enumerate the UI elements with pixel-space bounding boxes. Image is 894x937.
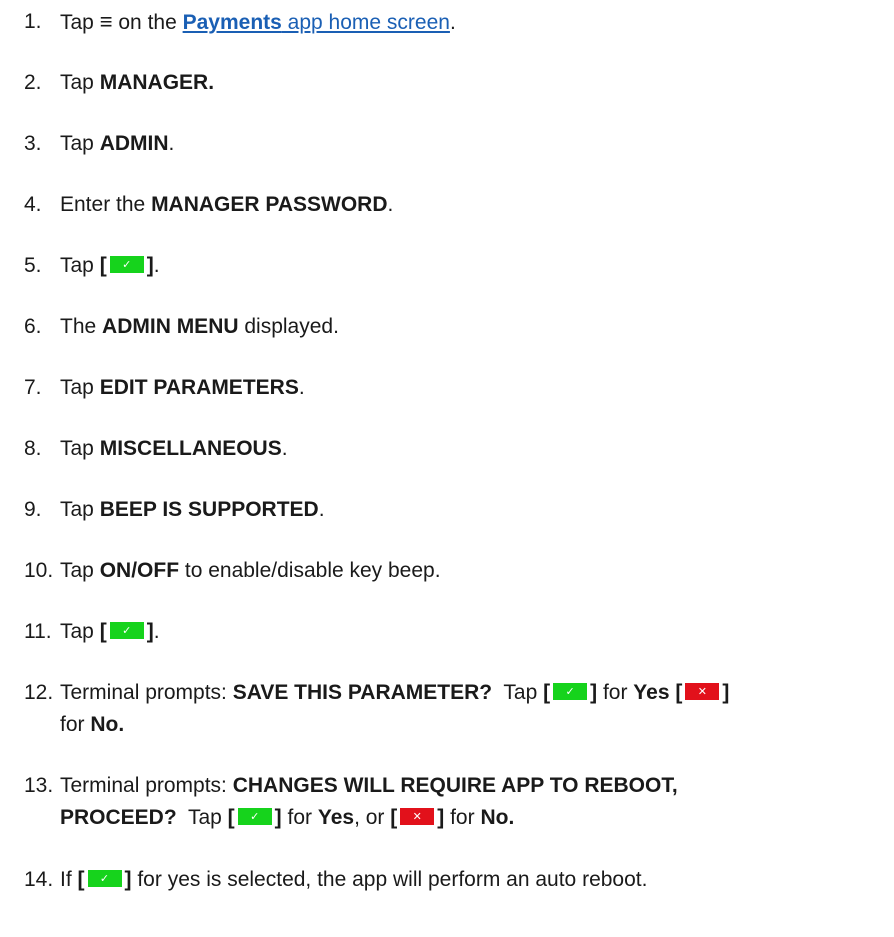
- check-icon: ✓: [87, 869, 122, 887]
- step-text: Tap EDIT PARAMETERS.: [60, 376, 305, 399]
- menu-icon: ≡: [99, 9, 113, 34]
- step-number: 3.: [24, 132, 42, 155]
- step-3: 3. Tap ADMIN.: [24, 128, 884, 160]
- step-10: 10. Tap ON/OFF to enable/disable key bee…: [24, 555, 884, 587]
- step-number: 2.: [24, 71, 42, 94]
- step-text: Tap ≡ on the Payments app home screen.: [60, 9, 456, 34]
- step-12: 12. Terminal prompts: SAVE THIS PARAMETE…: [24, 677, 884, 741]
- step-text: Tap [✓].: [60, 254, 160, 277]
- step-text: Tap BEEP IS SUPPORTED.: [60, 498, 325, 521]
- step-14: 14. If [✓] for yes is selected, the app …: [24, 864, 884, 896]
- step-text: Terminal prompts: SAVE THIS PARAMETER? T…: [60, 681, 730, 736]
- step-text: If [✓] for yes is selected, the app will…: [60, 868, 648, 891]
- step-text: Terminal prompts: CHANGES WILL REQUIRE A…: [60, 774, 678, 829]
- step-6: 6. The ADMIN MENU displayed.: [24, 311, 884, 343]
- step-text: Enter the MANAGER PASSWORD.: [60, 193, 394, 216]
- step-11: 11. Tap [✓].: [24, 616, 884, 648]
- step-9: 9. Tap BEEP IS SUPPORTED.: [24, 494, 884, 526]
- step-number: 9.: [24, 498, 42, 521]
- step-text: Tap [✓].: [60, 620, 160, 643]
- step-number: 10.: [24, 559, 54, 582]
- step-number: 1.: [24, 10, 42, 33]
- step-text: Tap ADMIN.: [60, 132, 175, 155]
- step-5: 5. Tap [✓].: [24, 250, 884, 282]
- step-number: 12.: [24, 681, 54, 704]
- check-icon: ✓: [109, 621, 144, 639]
- step-number: 11.: [24, 620, 52, 643]
- step-number: 6.: [24, 315, 42, 338]
- step-8: 8. Tap MISCELLANEOUS.: [24, 433, 884, 465]
- step-number: 13.: [24, 774, 54, 797]
- step-7: 7. Tap EDIT PARAMETERS.: [24, 372, 884, 404]
- step-4: 4. Enter the MANAGER PASSWORD.: [24, 189, 884, 221]
- step-number: 4.: [24, 193, 42, 216]
- step-number: 7.: [24, 376, 42, 399]
- step-2: 2. Tap MANAGER.: [24, 67, 884, 99]
- payments-home-link[interactable]: Payments app home screen: [183, 11, 450, 34]
- step-number: 5.: [24, 254, 42, 277]
- check-icon: ✓: [553, 682, 588, 700]
- x-icon: ✕: [400, 807, 435, 825]
- step-text: Tap MANAGER.: [60, 71, 215, 94]
- step-number: 8.: [24, 437, 42, 460]
- step-number: 14.: [24, 868, 54, 891]
- step-text: Tap ON/OFF to enable/disable key beep.: [60, 559, 441, 582]
- step-text: Tap MISCELLANEOUS.: [60, 437, 288, 460]
- step-13: 13. Terminal prompts: CHANGES WILL REQUI…: [24, 770, 884, 834]
- step-text: The ADMIN MENU displayed.: [60, 315, 339, 338]
- x-icon: ✕: [685, 682, 720, 700]
- check-icon: ✓: [237, 807, 272, 825]
- check-icon: ✓: [109, 255, 144, 273]
- step-1: 1. Tap ≡ on the Payments app home screen…: [24, 6, 884, 39]
